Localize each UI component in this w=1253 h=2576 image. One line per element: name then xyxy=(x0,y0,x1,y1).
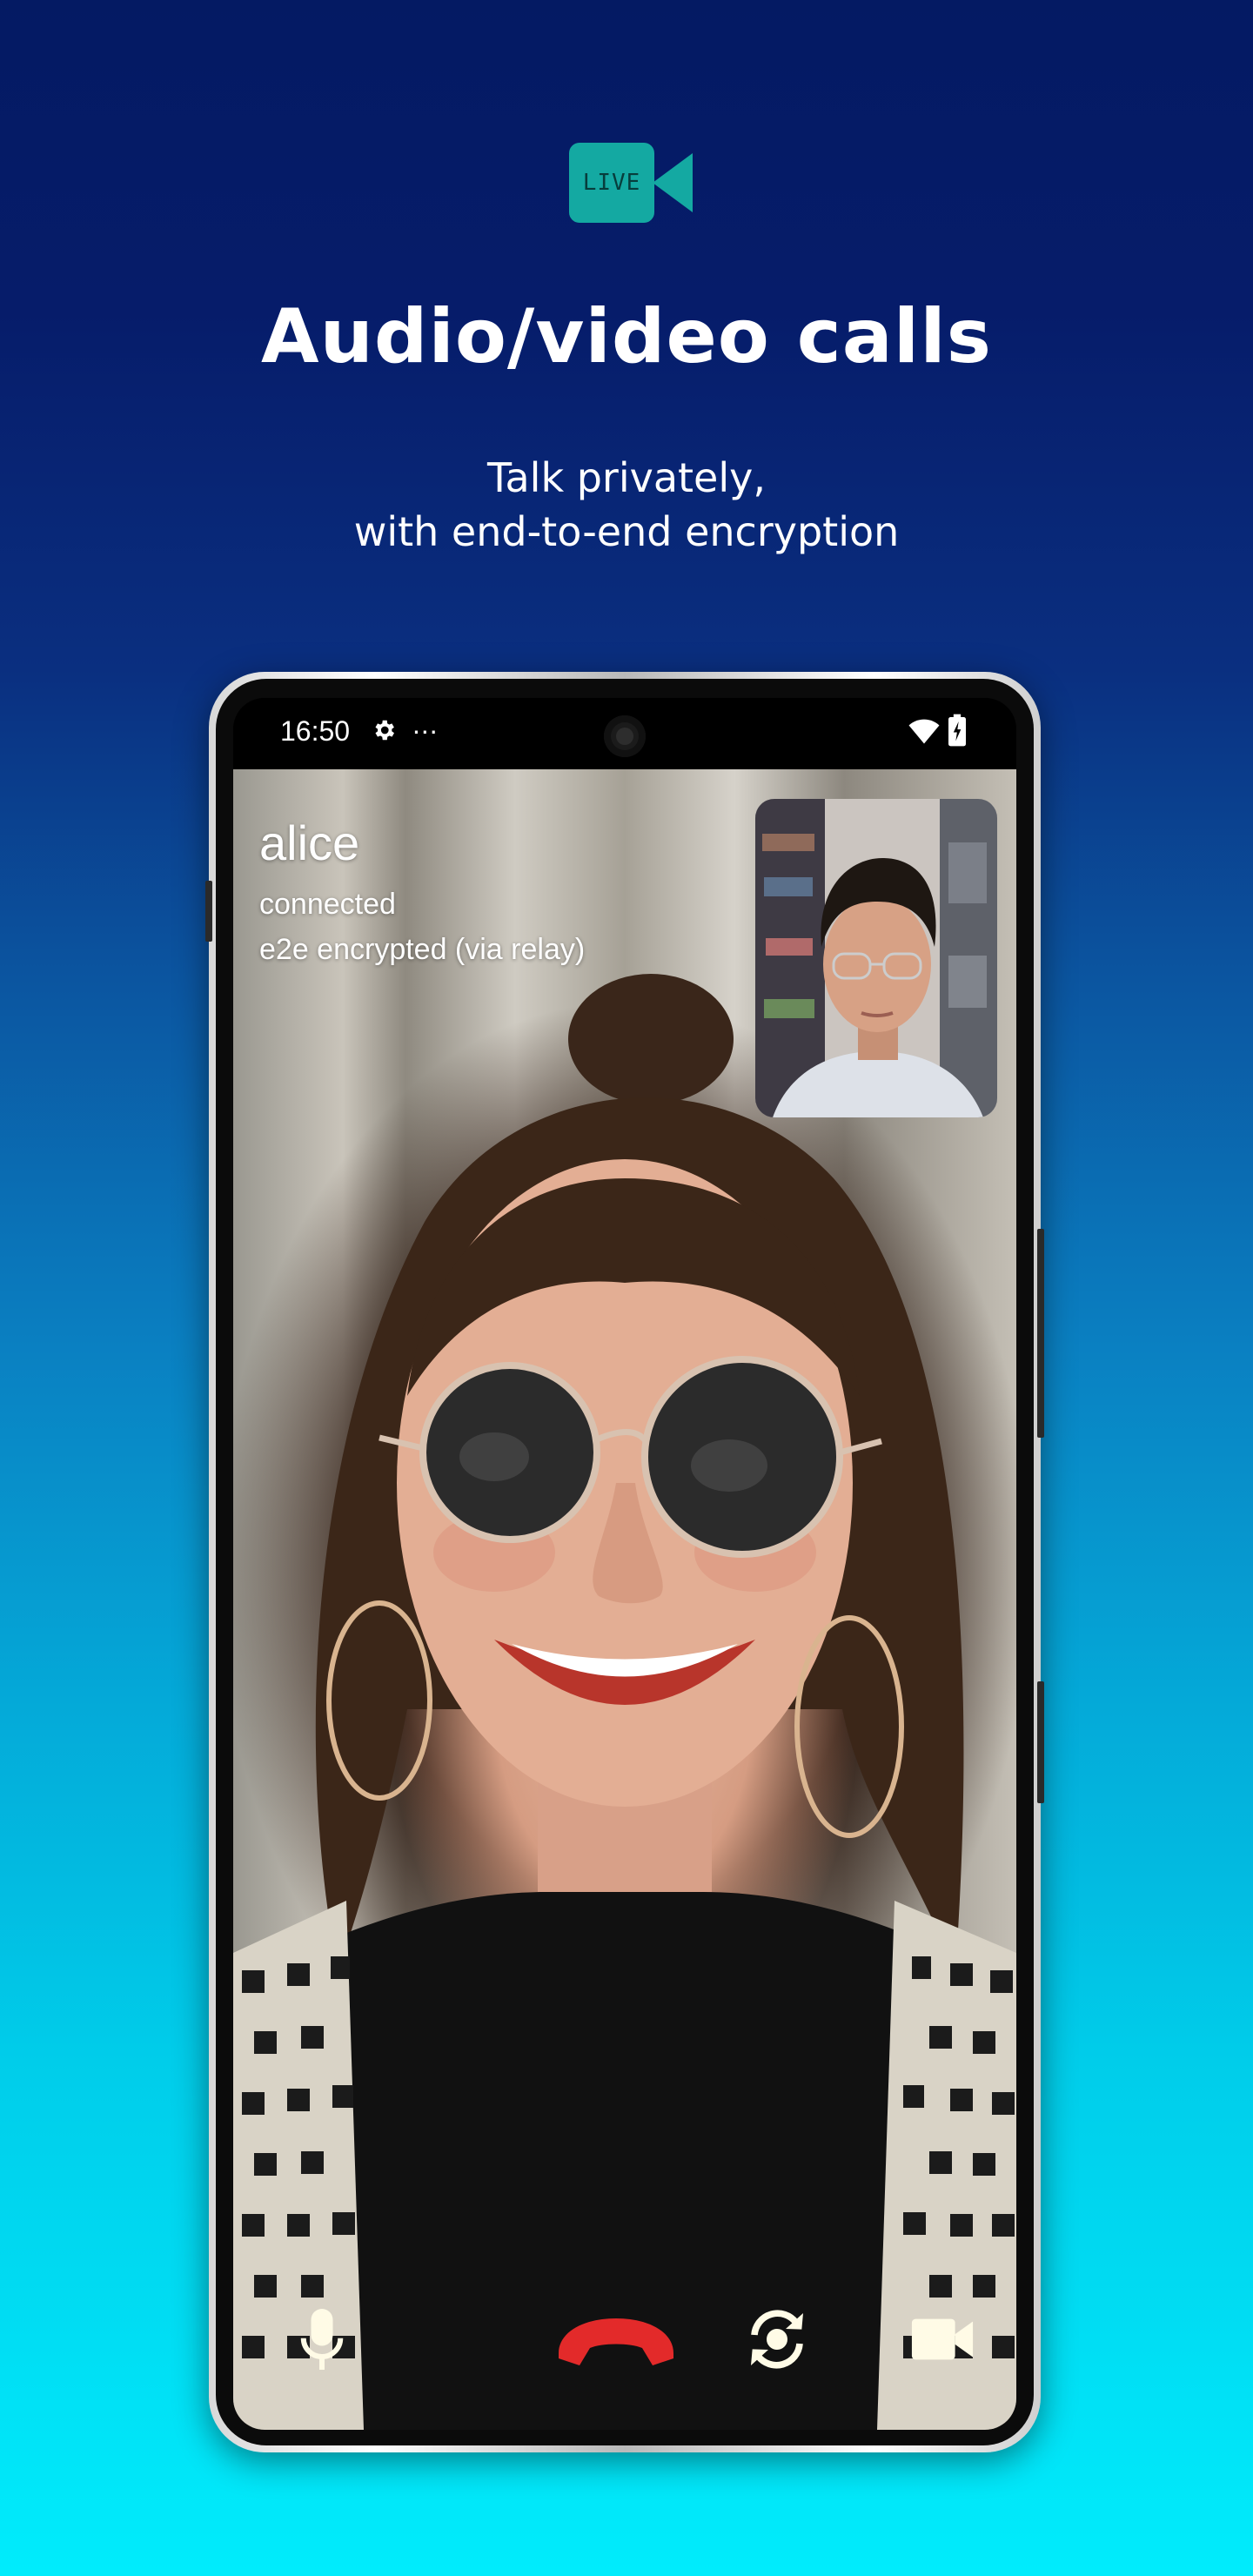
front-camera xyxy=(604,715,646,757)
status-time: 16:50 xyxy=(280,715,351,747)
wifi-icon xyxy=(908,719,940,744)
camera-switch-icon xyxy=(751,2310,803,2369)
page-subtitle: Talk privately, with end-to-end encrypti… xyxy=(0,451,1253,559)
call-status: connected xyxy=(259,888,396,921)
end-call-button[interactable] xyxy=(546,2303,686,2376)
live-badge-label: LIVE xyxy=(569,143,654,223)
call-controls xyxy=(233,2287,1016,2392)
contact-name: alice xyxy=(259,815,360,870)
phone-power-button xyxy=(1037,1681,1044,1803)
page-title: Audio/video calls xyxy=(261,293,992,380)
phone-mockup: 16:50 ... alice connected e2e encrypted … xyxy=(205,672,1044,2452)
phone-side-button xyxy=(205,881,212,942)
local-person-image xyxy=(755,799,997,1117)
mute-mic-button[interactable] xyxy=(285,2303,358,2376)
subtitle-line-2: with end-to-end encryption xyxy=(353,508,900,555)
flip-camera-button[interactable] xyxy=(738,2303,816,2376)
battery-icon xyxy=(948,714,966,747)
live-video-icon: LIVE xyxy=(569,143,693,223)
status-bar: 16:50 ... xyxy=(233,698,1016,769)
mic-icon xyxy=(300,2309,344,2370)
videocam-icon xyxy=(911,2318,974,2360)
status-overflow-dots: ... xyxy=(412,708,439,740)
subtitle-line-1: Talk privately, xyxy=(487,454,766,501)
video-toggle-button[interactable] xyxy=(903,2303,982,2376)
remote-video: alice connected e2e encrypted (via relay… xyxy=(233,769,1016,2430)
phone-screen: 16:50 ... alice connected e2e encrypted … xyxy=(233,698,1016,2430)
settings-gear-icon xyxy=(375,720,394,741)
local-video-preview[interactable] xyxy=(755,799,997,1117)
phone-volume-button xyxy=(1037,1229,1044,1438)
phone-hangup-icon xyxy=(559,2318,673,2365)
encryption-status: e2e encrypted (via relay) xyxy=(259,933,586,966)
